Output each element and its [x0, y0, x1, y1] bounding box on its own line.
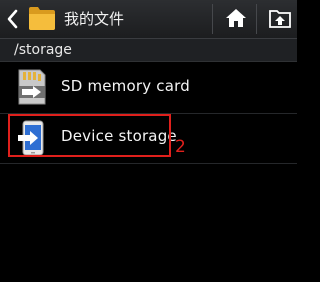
current-path: /storage: [14, 42, 72, 58]
divider: [256, 4, 257, 34]
path-bar: /storage: [0, 39, 297, 62]
action-bar: 我的文件: [0, 0, 297, 39]
list-separator: [0, 163, 297, 164]
folder-icon: [29, 7, 55, 30]
home-icon: [226, 9, 246, 27]
list-item-sd-memory-card[interactable]: SD memory card: [0, 62, 297, 114]
list-item-label: SD memory card: [61, 77, 190, 95]
chevron-left-icon: [7, 9, 18, 29]
back-button[interactable]: [0, 0, 62, 38]
page-title: 我的文件: [64, 10, 125, 28]
home-button[interactable]: [218, 0, 254, 38]
folder-up-icon: [269, 10, 291, 28]
annotation-number: 2: [175, 137, 186, 157]
folder-up-button[interactable]: [261, 0, 297, 38]
annotation-highlight-box: [8, 114, 171, 157]
sd-card-icon: [18, 69, 46, 105]
divider: [212, 4, 213, 34]
